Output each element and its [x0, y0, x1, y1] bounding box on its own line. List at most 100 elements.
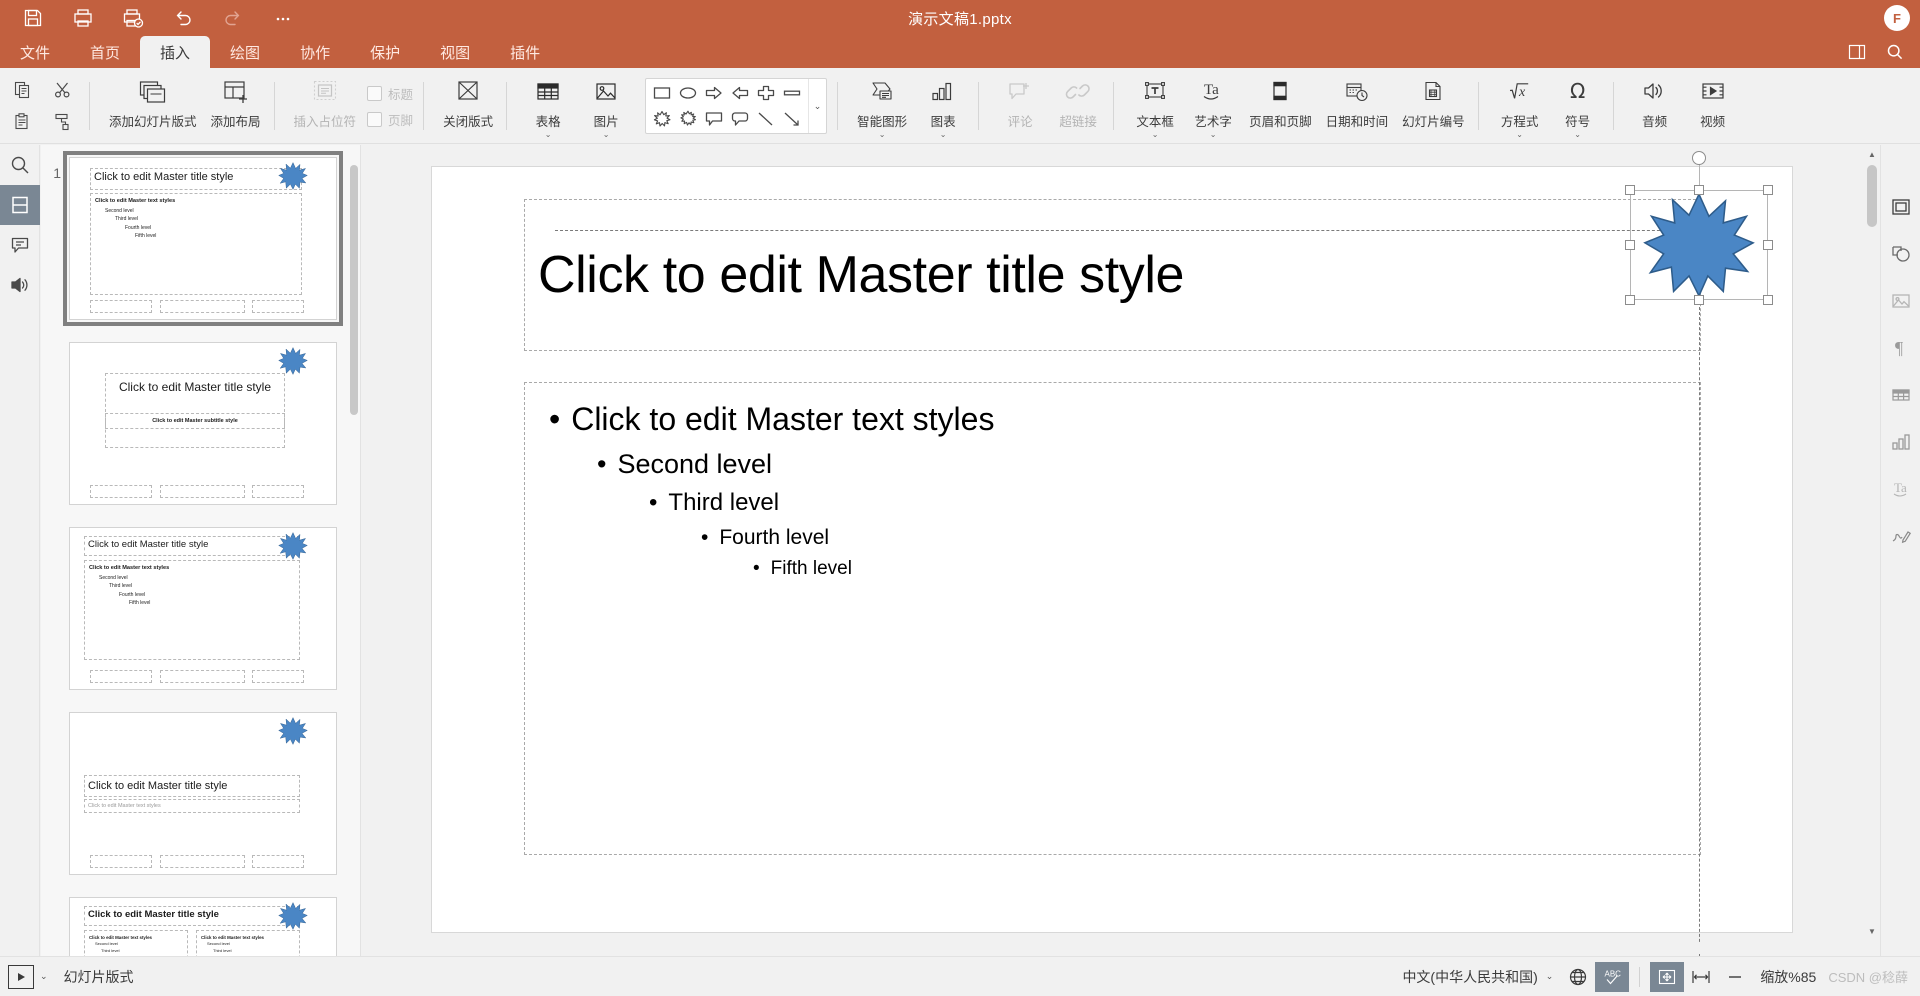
table-format-icon[interactable] [1881, 371, 1920, 418]
hyperlink-button[interactable]: 超链接 [1049, 72, 1107, 140]
chevron-down-icon[interactable]: ⌄ [1574, 131, 1581, 139]
slide-number-button[interactable]: 幻灯片编号 [1395, 72, 1472, 140]
thumbnail-slide-5[interactable]: Click to edit Master title style Click t… [69, 897, 337, 956]
chevron-down-icon[interactable]: ⌄ [879, 131, 886, 139]
shape-format-icon[interactable] [1881, 183, 1920, 230]
tab-file[interactable]: 文件 [0, 36, 70, 68]
add-layout-button[interactable]: 添加布局 [204, 72, 268, 140]
scroll-up-arrow-icon[interactable]: ▲ [1867, 147, 1877, 161]
wordart-button[interactable]: Ta 艺术字 ⌄ [1184, 72, 1242, 140]
fit-width-icon[interactable] [1684, 962, 1718, 992]
explosion-star-shape[interactable] [278, 902, 308, 935]
resize-handle-s[interactable] [1694, 295, 1704, 305]
resize-handle-nw[interactable] [1625, 185, 1635, 195]
slide-canvas[interactable]: Click to edit Master title style • Click… [432, 151, 1792, 956]
table-button[interactable]: 表格 ⌄ [519, 72, 577, 140]
right-arrow-shape[interactable] [702, 81, 726, 105]
slides-panel-icon[interactable] [0, 185, 40, 225]
play-slideshow-icon[interactable] [8, 964, 34, 989]
avatar[interactable]: F [1884, 5, 1910, 31]
line-shape[interactable] [754, 107, 778, 131]
list-item[interactable]: Click to edit Master title style Click t… [41, 527, 360, 690]
header-footer-button[interactable]: 页眉和页脚 [1242, 72, 1319, 140]
redo-icon[interactable] [208, 1, 258, 35]
explosion-star-shape[interactable] [278, 532, 308, 565]
close-master-button[interactable]: 关闭版式 [436, 72, 500, 140]
wordart-format-icon[interactable]: Ta [1881, 465, 1920, 512]
video-button[interactable]: 视频 [1684, 72, 1742, 140]
ink-tools-icon[interactable] [1881, 512, 1920, 559]
list-item[interactable]: Click to edit Master title style Click t… [41, 712, 360, 875]
undo-icon[interactable] [158, 1, 208, 35]
search-icon[interactable] [0, 145, 40, 185]
fit-to-window-icon[interactable] [1650, 961, 1685, 992]
comments-icon[interactable] [0, 225, 40, 265]
resize-handle-ne[interactable] [1763, 185, 1773, 195]
chart-button[interactable]: 图表 ⌄ [914, 72, 972, 140]
chevron-down-icon[interactable]: ⌄ [545, 131, 552, 139]
footer-checkbox-row[interactable]: 页脚 [363, 106, 417, 132]
list-item[interactable]: Click to edit Master title style Click t… [41, 342, 360, 505]
ellipsis-icon[interactable] [258, 1, 308, 35]
minus-shape[interactable] [780, 81, 804, 105]
thumbnail-scrollbar-thumb[interactable] [350, 165, 358, 415]
resize-handle-w[interactable] [1625, 240, 1635, 250]
scroll-down-arrow-icon[interactable]: ▼ [1867, 924, 1877, 938]
editor-vertical-scrollbar[interactable]: ▲ ▼ [1866, 149, 1878, 936]
footer-checkbox[interactable] [367, 111, 383, 127]
zoom-out-icon[interactable] [1718, 962, 1752, 992]
explosion-star-shape[interactable] [555, 151, 1773, 956]
body-placeholder[interactable]: • Click to edit Master text styles • Sec… [524, 382, 1701, 855]
globe-icon[interactable] [1561, 962, 1595, 992]
format-painter-icon[interactable] [47, 107, 79, 137]
copy-icon[interactable] [7, 75, 39, 105]
list-item[interactable]: 1 Click to edit Master title style Click… [41, 151, 360, 326]
tab-insert[interactable]: 插入 [140, 36, 211, 68]
chevron-down-icon[interactable]: ⌄ [40, 971, 48, 982]
chart-format-icon[interactable] [1881, 418, 1920, 465]
print-icon[interactable] [58, 1, 108, 35]
cross-shape[interactable] [754, 81, 778, 105]
collapse-ribbon-icon[interactable] [1840, 37, 1874, 67]
shapes-more-chevron-down-icon[interactable]: ⌄ [808, 79, 826, 133]
save-icon[interactable] [8, 1, 58, 35]
arrow-line-shape[interactable] [780, 107, 804, 131]
resize-handle-n[interactable] [1694, 185, 1704, 195]
picture-format-icon[interactable] [1881, 277, 1920, 324]
explosion-star-shape[interactable] [278, 347, 308, 380]
chevron-down-icon[interactable]: ⌄ [1152, 131, 1159, 139]
editor-horizontal-scrollbar[interactable] [362, 942, 1864, 954]
symbol-button[interactable]: Ω 符号 ⌄ [1549, 72, 1607, 140]
explosion-star-shape[interactable] [278, 162, 308, 195]
rotation-handle[interactable] [1692, 151, 1706, 165]
thumbnail-slide-2[interactable]: Click to edit Master title style Click t… [69, 342, 337, 505]
spellcheck-abc-icon[interactable]: ABC [1595, 961, 1630, 992]
insert-placeholder-button[interactable]: 插入占位符 [287, 72, 364, 140]
shape-effects-icon[interactable] [1881, 230, 1920, 277]
paragraph-icon[interactable]: ¶ [1881, 324, 1920, 371]
tab-draw[interactable]: 绘图 [210, 36, 280, 68]
narration-icon[interactable] [0, 265, 40, 305]
explosion-star-shape[interactable] [278, 717, 308, 750]
ellipse-shape[interactable] [676, 81, 700, 105]
scissors-icon[interactable] [47, 75, 79, 105]
tab-home[interactable]: 首页 [70, 36, 140, 68]
zoom-level-label[interactable]: 缩放%85 [1760, 967, 1816, 987]
chevron-down-icon[interactable]: ⌄ [1210, 131, 1217, 139]
print-preview-icon[interactable] [108, 1, 158, 35]
audio-button[interactable]: 音频 [1626, 72, 1684, 140]
list-item[interactable]: Click to edit Master title style Click t… [41, 897, 360, 956]
callout-rect-shape[interactable] [702, 107, 726, 131]
comment-button[interactable]: 评论 [991, 72, 1049, 140]
explosion-star-shape[interactable] [650, 107, 674, 131]
tab-plugins[interactable]: 插件 [490, 36, 560, 68]
add-slide-master-button[interactable]: 添加幻灯片版式 [102, 72, 204, 140]
title-placeholder[interactable]: Click to edit Master title style [524, 199, 1701, 351]
callout-round-shape[interactable] [728, 107, 752, 131]
picture-button[interactable]: 图片 ⌄ [577, 72, 635, 140]
chevron-down-icon[interactable]: ⌄ [1516, 131, 1523, 139]
language-label[interactable]: 中文(中华人民共和国) [1402, 967, 1537, 987]
rectangle-shape[interactable] [650, 81, 674, 105]
chevron-down-icon[interactable]: ⌄ [1546, 971, 1554, 982]
equation-button[interactable]: x 方程式 ⌄ [1491, 72, 1549, 140]
